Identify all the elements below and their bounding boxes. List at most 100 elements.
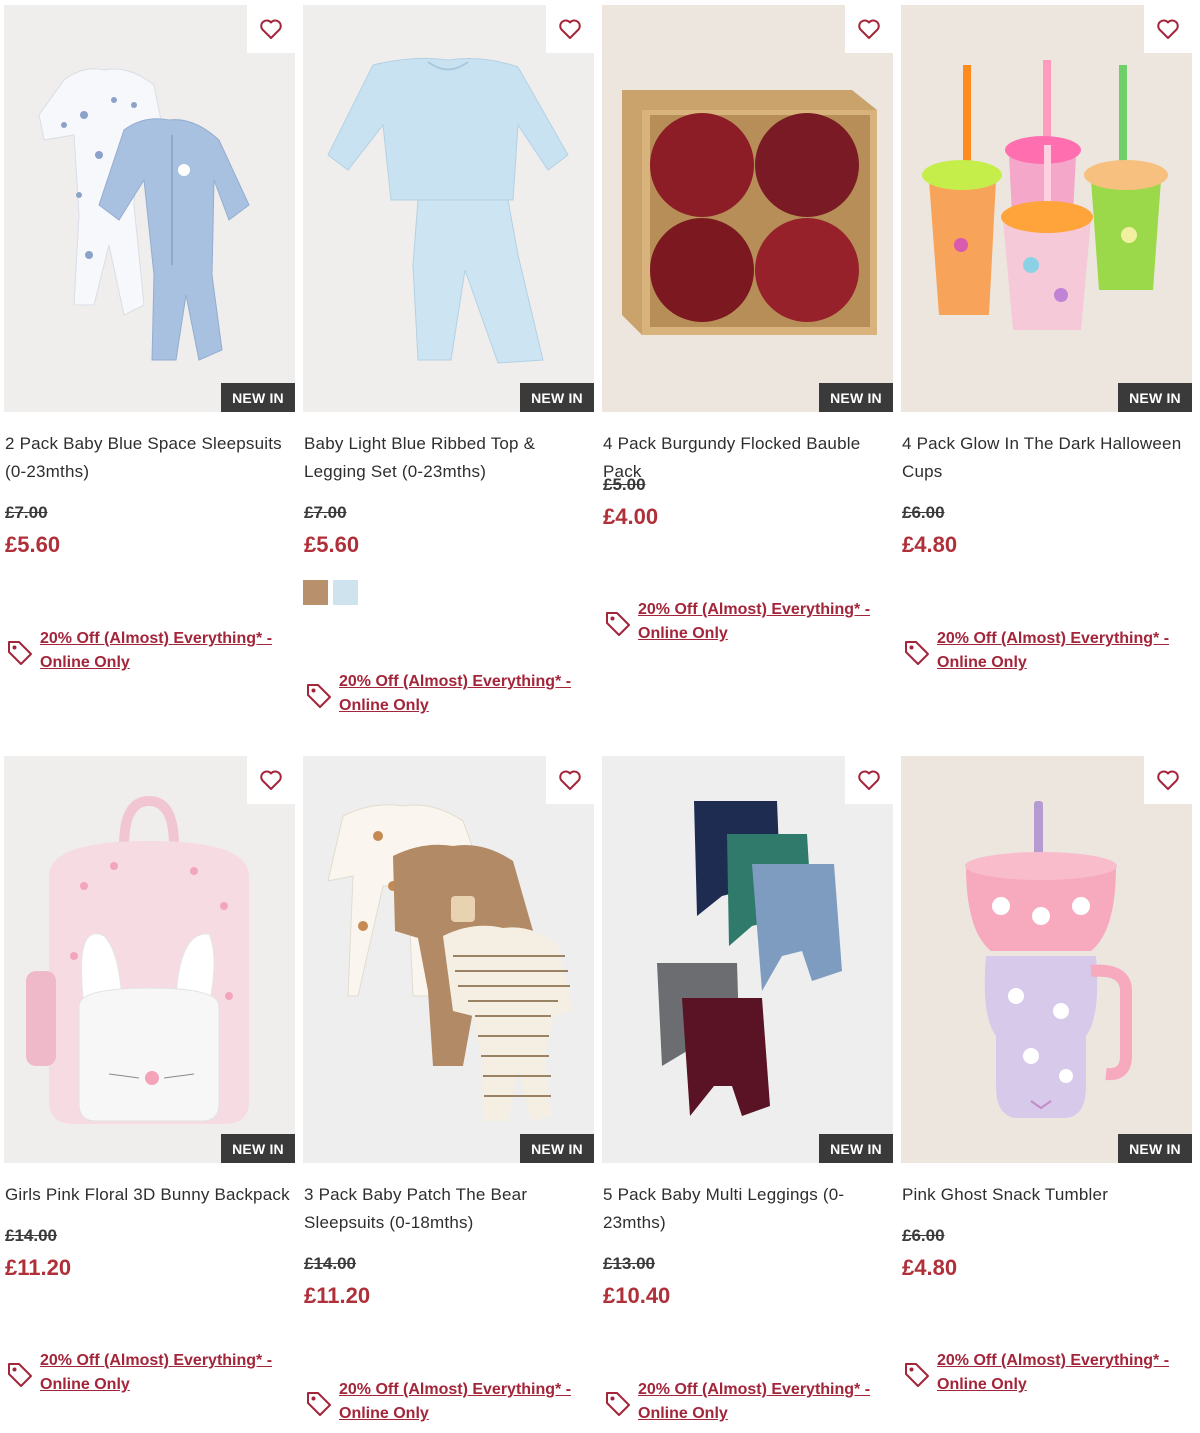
product-card[interactable]: NEW IN Baby Light Blue Ribbed Top & Legg…: [303, 5, 594, 735]
product-name[interactable]: 4 Pack Burgundy Flocked Bauble Pack: [602, 430, 893, 481]
product-name[interactable]: 3 Pack Baby Patch The Bear Sleepsuits (0…: [303, 1181, 594, 1237]
original-price: £5.00: [603, 475, 646, 494]
original-price: £13.00: [603, 1254, 655, 1273]
promo-text[interactable]: 20% Off (Almost) Everything* - Online On…: [638, 598, 878, 646]
wishlist-button[interactable]: [845, 5, 893, 53]
product-card[interactable]: NEW IN 3 Pack Baby Patch The Bear Sleeps…: [303, 756, 594, 1433]
product-image[interactable]: NEW IN: [602, 5, 893, 412]
new-in-badge: NEW IN: [1118, 383, 1192, 412]
sale-price: £11.20: [5, 1255, 72, 1280]
halloween-cups-illustration: [922, 60, 1168, 330]
original-price: £14.00: [304, 1254, 356, 1273]
new-in-badge: NEW IN: [221, 383, 295, 412]
product-image[interactable]: NEW IN: [303, 756, 594, 1163]
sleepsuits-illustration: [38, 68, 250, 361]
original-price: £7.00: [5, 503, 48, 522]
product-image[interactable]: NEW IN: [901, 5, 1192, 412]
promo-link[interactable]: 20% Off (Almost) Everything* - Online On…: [602, 1378, 878, 1426]
promo-text[interactable]: 20% Off (Almost) Everything* - Online On…: [40, 1349, 280, 1397]
price-tag-icon: [307, 684, 331, 708]
sale-price: £4.80: [902, 532, 958, 557]
product-card[interactable]: NEW IN 4 Pack Glow In The Dark Halloween…: [901, 5, 1192, 735]
promo-link[interactable]: 20% Off (Almost) Everything* - Online On…: [4, 1349, 280, 1397]
product-card[interactable]: NEW IN 2 Pack Baby Blue Space Sleepsuits…: [4, 5, 295, 735]
heart-outline-icon: [1157, 770, 1179, 790]
product-name[interactable]: 5 Pack Baby Multi Leggings (0-23mths): [602, 1181, 893, 1237]
heart-outline-icon: [858, 770, 880, 790]
price-tag-icon: [8, 1363, 32, 1387]
product-image[interactable]: NEW IN: [303, 5, 594, 412]
wishlist-button[interactable]: [247, 5, 295, 53]
product-card[interactable]: NEW IN 4 Pack Burgundy Flocked Bauble Pa…: [602, 5, 893, 735]
bunny-backpack-illustration: [26, 795, 249, 1124]
ghost-tumbler-illustration: [965, 801, 1132, 1118]
promo-link[interactable]: 20% Off (Almost) Everything* - Online On…: [602, 598, 878, 646]
promo-link[interactable]: 20% Off (Almost) Everything* - Online On…: [303, 670, 579, 718]
wishlist-button[interactable]: [546, 756, 594, 804]
promo-text[interactable]: 20% Off (Almost) Everything* - Online On…: [339, 670, 579, 718]
heart-outline-icon: [858, 19, 880, 39]
price-tag-icon: [606, 1392, 630, 1416]
product-image[interactable]: NEW IN: [602, 756, 893, 1163]
sale-price: £4.80: [902, 1255, 958, 1280]
promo-link[interactable]: 20% Off (Almost) Everything* - Online On…: [901, 627, 1177, 675]
bauble-box-illustration: [622, 90, 877, 335]
product-name[interactable]: 2 Pack Baby Blue Space Sleepsuits (0-23m…: [4, 430, 295, 486]
sale-price: £10.40: [603, 1283, 671, 1308]
new-in-badge: NEW IN: [221, 1134, 295, 1163]
original-price: £14.00: [5, 1226, 57, 1245]
heart-outline-icon: [260, 770, 282, 790]
promo-text[interactable]: 20% Off (Almost) Everything* - Online On…: [40, 627, 280, 675]
price-tag-icon: [8, 641, 32, 665]
price-tag-icon: [905, 641, 929, 665]
product-name[interactable]: 4 Pack Glow In The Dark Halloween Cups: [901, 430, 1192, 486]
original-price: £7.00: [304, 503, 347, 522]
sale-price: £11.20: [304, 1283, 371, 1308]
original-price: £6.00: [902, 503, 945, 522]
product-image[interactable]: NEW IN: [901, 756, 1192, 1163]
sale-price: £4.00: [603, 504, 659, 529]
product-card[interactable]: NEW IN Girls Pink Floral 3D Bunny Backpa…: [4, 756, 295, 1433]
sale-price: £5.60: [5, 532, 61, 557]
product-image[interactable]: NEW IN: [4, 756, 295, 1163]
original-price: £6.00: [902, 1226, 945, 1245]
colour-swatches: [303, 580, 594, 605]
leggings-illustration: [657, 801, 842, 1116]
new-in-badge: NEW IN: [520, 1134, 594, 1163]
product-name[interactable]: Girls Pink Floral 3D Bunny Backpack: [4, 1181, 295, 1209]
wishlist-button[interactable]: [845, 756, 893, 804]
new-in-badge: NEW IN: [520, 383, 594, 412]
product-name[interactable]: Pink Ghost Snack Tumbler: [901, 1181, 1192, 1209]
heart-outline-icon: [559, 19, 581, 39]
bear-sleepsuits-illustration: [327, 804, 573, 1121]
promo-link[interactable]: 20% Off (Almost) Everything* - Online On…: [303, 1378, 579, 1426]
new-in-badge: NEW IN: [819, 383, 893, 412]
promo-text[interactable]: 20% Off (Almost) Everything* - Online On…: [937, 627, 1177, 675]
wishlist-button[interactable]: [1144, 5, 1192, 53]
new-in-badge: NEW IN: [819, 1134, 893, 1163]
wishlist-button[interactable]: [1144, 756, 1192, 804]
product-card[interactable]: NEW IN 5 Pack Baby Multi Leggings (0-23m…: [602, 756, 893, 1433]
heart-outline-icon: [559, 770, 581, 790]
product-grid: NEW IN 2 Pack Baby Blue Space Sleepsuits…: [0, 0, 1200, 1433]
promo-link[interactable]: 20% Off (Almost) Everything* - Online On…: [901, 1349, 1177, 1397]
promo-text[interactable]: 20% Off (Almost) Everything* - Online On…: [937, 1349, 1177, 1397]
new-in-badge: NEW IN: [1118, 1134, 1192, 1163]
promo-link[interactable]: 20% Off (Almost) Everything* - Online On…: [4, 627, 280, 675]
product-name[interactable]: Baby Light Blue Ribbed Top & Legging Set…: [303, 430, 594, 486]
wishlist-button[interactable]: [247, 756, 295, 804]
promo-text[interactable]: 20% Off (Almost) Everything* - Online On…: [638, 1378, 878, 1426]
heart-outline-icon: [1157, 19, 1179, 39]
price-tag-icon: [606, 612, 630, 636]
sale-price: £5.60: [304, 532, 360, 557]
promo-text[interactable]: 20% Off (Almost) Everything* - Online On…: [339, 1378, 579, 1426]
price-tag-icon: [307, 1392, 331, 1416]
product-image[interactable]: NEW IN: [4, 5, 295, 412]
heart-outline-icon: [260, 19, 282, 39]
wishlist-button[interactable]: [546, 5, 594, 53]
colour-swatch-tan[interactable]: [303, 580, 328, 605]
product-card[interactable]: NEW IN Pink Ghost Snack Tumbler £6.00 £4…: [901, 756, 1192, 1433]
top-legging-set-illustration: [327, 57, 569, 364]
price-tag-icon: [905, 1363, 929, 1387]
colour-swatch-light-blue[interactable]: [333, 580, 358, 605]
